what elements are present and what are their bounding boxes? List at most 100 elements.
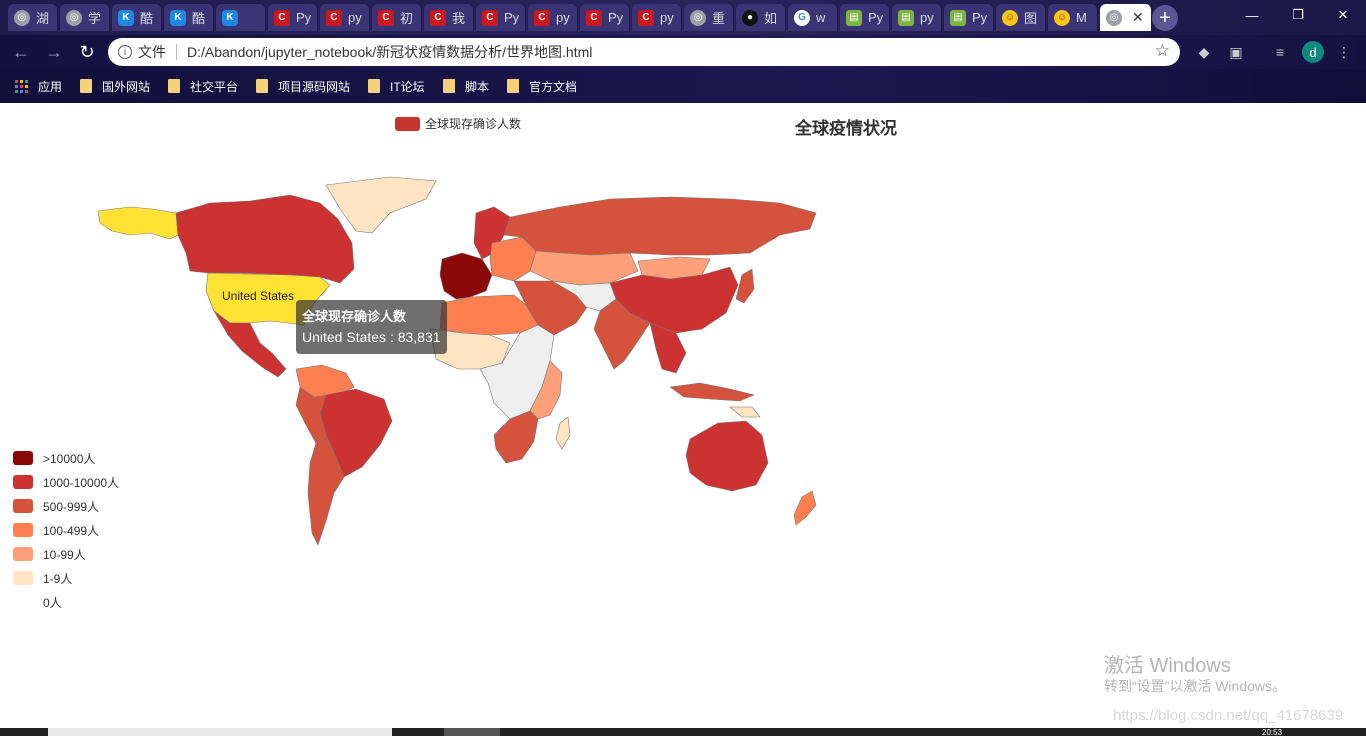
- tab-label: py: [348, 10, 362, 25]
- bookmark-docs[interactable]: 官方文档: [507, 77, 577, 95]
- minimize-icon[interactable]: —: [1229, 0, 1275, 30]
- visual-map-item[interactable]: 10-99人: [13, 542, 119, 566]
- address-bar[interactable]: i 文件 D:/Abandon/jupyter_notebook/新冠状疫情数据…: [108, 38, 1180, 66]
- tab[interactable]: C Py: [268, 4, 318, 31]
- taskbar-active-app[interactable]: [444, 728, 500, 736]
- folder-icon: [443, 79, 455, 93]
- tab-active[interactable]: ◎ ✕: [1100, 4, 1152, 31]
- tab[interactable]: ▤ py: [892, 4, 942, 31]
- tab[interactable]: K: [216, 4, 266, 31]
- tab-label: Py: [972, 10, 988, 25]
- visual-map-item[interactable]: 1-9人: [13, 566, 119, 590]
- series-legend[interactable]: 全球现存确诊人数: [395, 115, 521, 132]
- csdn-icon: C: [326, 9, 342, 26]
- bookmark-scripts[interactable]: 脚本: [443, 77, 489, 95]
- map-japan: [735, 268, 755, 304]
- windows-taskbar: [0, 728, 1366, 736]
- bookmark-label: 脚本: [465, 79, 490, 94]
- map-western-europe: [439, 252, 493, 300]
- globe-icon: ◎: [66, 9, 82, 26]
- map-canada: [175, 194, 355, 284]
- forward-icon[interactable]: →: [43, 41, 65, 63]
- k-app-icon: K: [118, 9, 134, 26]
- visual-map-item[interactable]: 100-499人: [13, 518, 119, 542]
- visual-map-item[interactable]: 500-999人: [13, 494, 119, 518]
- tab-label: 酷: [192, 11, 206, 26]
- tooltip-value: United States : 83,831: [302, 329, 441, 345]
- tab[interactable]: Gw: [788, 4, 838, 31]
- tab[interactable]: C Py: [476, 4, 526, 31]
- bookmark-apps[interactable]: 应用: [15, 77, 62, 95]
- tab-label: 学: [88, 11, 102, 26]
- address-scheme-label: 文件: [138, 44, 166, 60]
- restore-icon[interactable]: ❐: [1275, 0, 1321, 30]
- glasses-extension-icon[interactable]: ▣: [1226, 42, 1246, 62]
- visual-map-swatch: [13, 523, 33, 537]
- tab[interactable]: ◎ 重: [684, 4, 734, 31]
- map-madagascar: [555, 416, 571, 450]
- chart-title: 全球疫情状况: [795, 119, 897, 138]
- csdn-icon: C: [378, 9, 394, 26]
- bookmark-star-icon[interactable]: ☆: [1155, 41, 1170, 61]
- media-control-icon[interactable]: ≡: [1270, 42, 1290, 62]
- tab[interactable]: Cpy: [320, 4, 370, 31]
- bookmarks-bar: 应用 国外网站 社交平台 项目源码网站 IT论坛 脚本 官方文档: [0, 69, 1366, 103]
- k-app-icon: K: [222, 9, 238, 26]
- bookmark-foreign-sites[interactable]: 国外网站: [80, 77, 150, 95]
- tab-label: 重: [712, 11, 726, 26]
- reload-icon[interactable]: ↻: [76, 41, 98, 63]
- bookmark-source-sites[interactable]: 项目源码网站: [256, 77, 350, 95]
- close-window-icon[interactable]: ✕: [1320, 0, 1366, 30]
- visual-map-item[interactable]: 1000-10000人: [13, 470, 119, 494]
- visual-map-item[interactable]: >10000人: [13, 446, 119, 470]
- map-russia: [503, 196, 817, 256]
- tab[interactable]: Cpy: [528, 4, 578, 31]
- tab[interactable]: ▤ Py: [840, 4, 890, 31]
- csdn-icon: C: [430, 9, 446, 26]
- address-url[interactable]: D:/Abandon/jupyter_notebook/新冠状疫情数据分析/世界…: [187, 42, 592, 62]
- close-tab-icon[interactable]: ✕: [1132, 9, 1144, 26]
- tooltip-title: 全球现存确诊人数: [302, 309, 407, 324]
- tab-label: py: [556, 10, 570, 25]
- tab[interactable]: ● 如: [736, 4, 786, 31]
- profile-avatar[interactable]: d: [1302, 41, 1324, 63]
- tab[interactable]: ☺ 图: [996, 4, 1046, 31]
- tab[interactable]: C初: [372, 4, 422, 31]
- tab[interactable]: ◎ 学: [60, 4, 110, 31]
- tab-label: Py: [868, 10, 884, 25]
- visual-map-label: 10-99人: [43, 547, 86, 562]
- map-country-label: United States: [222, 289, 295, 303]
- tab[interactable]: ▤ Py: [944, 4, 994, 31]
- bookmark-label: 官方文档: [529, 79, 578, 94]
- windows-activation-title: 激活 Windows: [1104, 655, 1231, 677]
- tab-label: M: [1076, 10, 1087, 25]
- map-new-zealand: [793, 490, 817, 526]
- bookmark-social[interactable]: 社交平台: [168, 77, 238, 95]
- folder-icon: [368, 79, 380, 93]
- visual-map-item[interactable]: 0人: [13, 590, 119, 614]
- world-map[interactable]: [90, 173, 830, 553]
- visual-map-swatch: [13, 499, 33, 513]
- tab[interactable]: ☺ M: [1048, 4, 1098, 31]
- new-tab-button[interactable]: +: [1152, 5, 1178, 31]
- tab-label: py: [660, 10, 674, 25]
- info-icon[interactable]: i: [118, 45, 132, 59]
- tab[interactable]: K酷: [164, 4, 214, 31]
- menu-kebab-icon[interactable]: ⋮: [1334, 42, 1354, 62]
- tab[interactable]: C我: [424, 4, 474, 31]
- folder-icon: [256, 79, 268, 93]
- legend-swatch: [395, 116, 420, 131]
- visual-map-swatch: [13, 595, 33, 609]
- back-icon[interactable]: ←: [10, 41, 32, 63]
- tab[interactable]: ◎ 湖: [8, 4, 58, 31]
- bookmark-it-forum[interactable]: IT论坛: [368, 77, 425, 95]
- tab-label: Py: [296, 10, 312, 25]
- map-papua-new-guinea: [729, 406, 761, 418]
- layers-extension-icon[interactable]: ◆: [1194, 42, 1214, 62]
- visual-map-label: >10000人: [43, 451, 96, 466]
- tab-label: w: [816, 10, 826, 25]
- taskbar-search-box[interactable]: [48, 728, 392, 736]
- tab[interactable]: C Py: [580, 4, 630, 31]
- tab[interactable]: K酷: [112, 4, 162, 31]
- tab[interactable]: Cpy: [632, 4, 682, 31]
